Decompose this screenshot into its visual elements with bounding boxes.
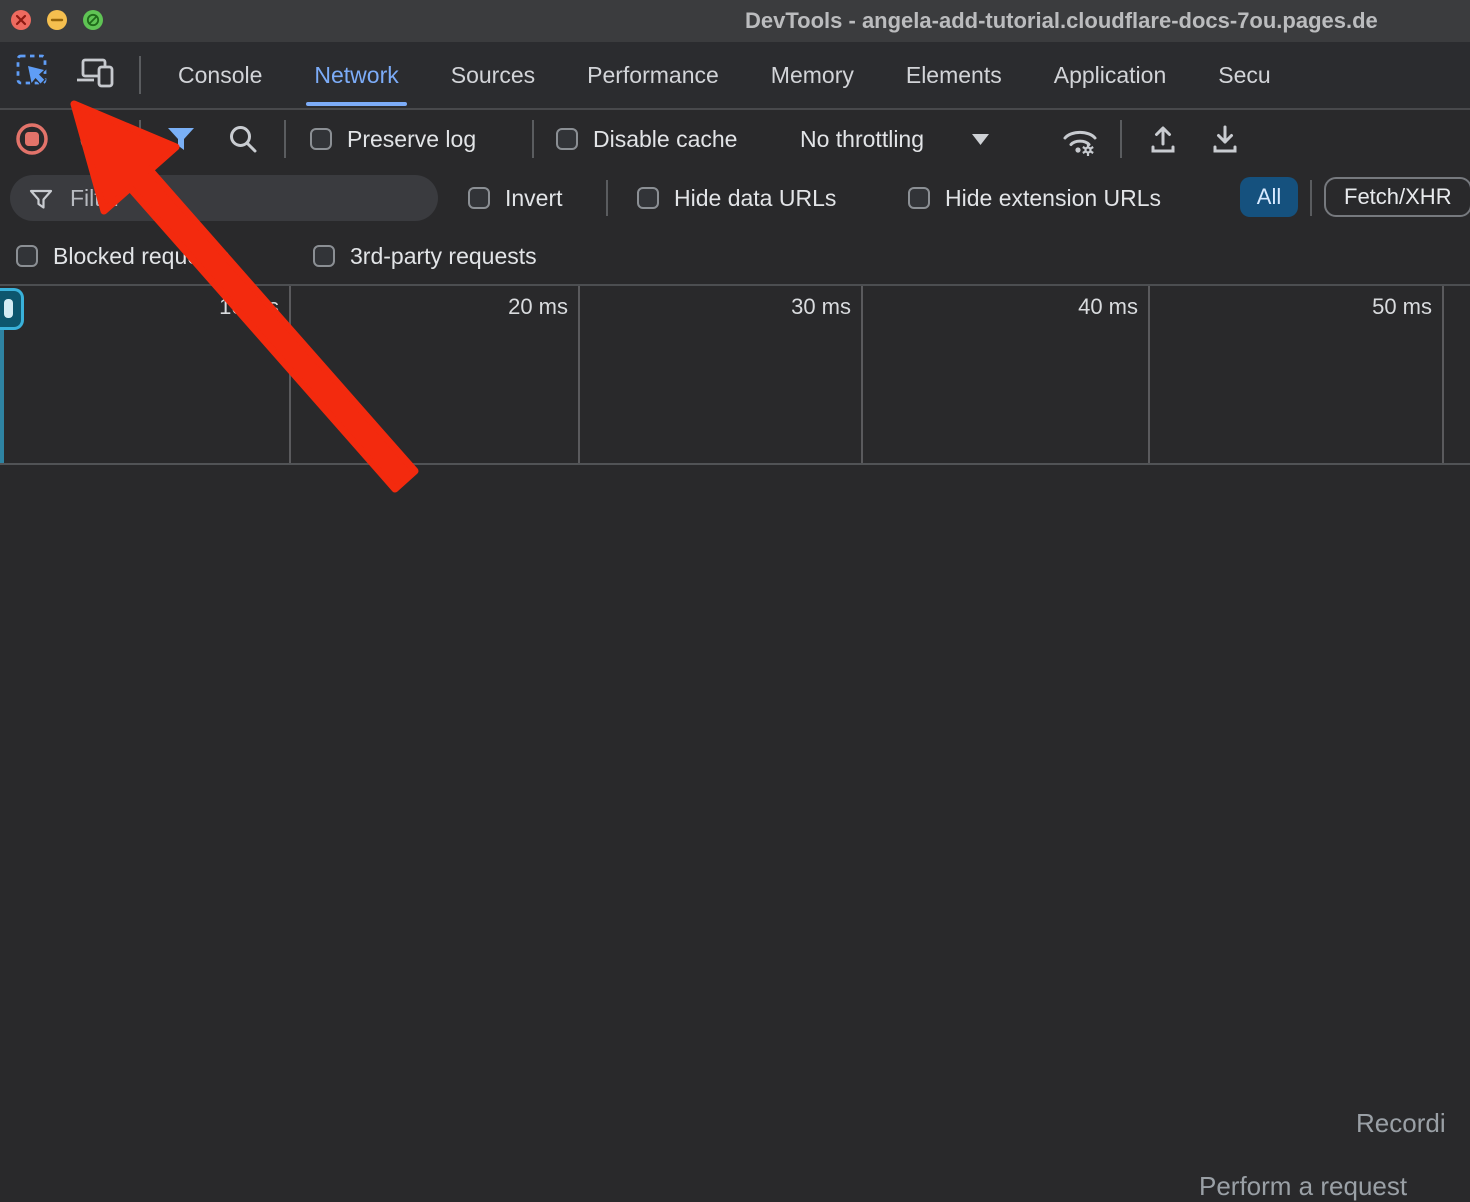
tick-50ms: 50 ms — [1372, 294, 1432, 320]
tab-memory[interactable]: Memory — [771, 42, 854, 106]
hide-data-urls-label: Hide data URLs — [674, 185, 836, 212]
tab-application[interactable]: Application — [1054, 42, 1167, 106]
gridline — [1442, 286, 1444, 463]
separator — [284, 120, 286, 158]
checkbox[interactable] — [16, 245, 38, 267]
search-icon[interactable] — [226, 122, 260, 161]
minimize-icon[interactable] — [47, 10, 67, 30]
tick-40ms: 40 ms — [1078, 294, 1138, 320]
tab-performance[interactable]: Performance — [587, 42, 719, 106]
request-type-fetch-xhr-button[interactable]: Fetch/XHR — [1324, 177, 1470, 217]
record-stop-icon[interactable] — [15, 122, 49, 161]
preserve-log-checkbox[interactable]: Preserve log — [310, 110, 476, 168]
window-title: DevTools - angela-add-tutorial.cloudflar… — [745, 0, 1378, 42]
grip — [4, 299, 13, 318]
gridline — [861, 286, 863, 463]
devtools-tabbar: Console Network Sources Performance Memo… — [0, 42, 1470, 110]
fullscreen-icon[interactable] — [83, 10, 103, 30]
upload-icon[interactable] — [1146, 121, 1180, 162]
titlebar: DevTools - angela-add-tutorial.cloudflar… — [0, 0, 1470, 42]
checkbox[interactable] — [313, 245, 335, 267]
hide-data-urls-checkbox[interactable]: Hide data URLs — [637, 168, 836, 228]
preserve-log-label: Preserve log — [347, 126, 476, 153]
chevron-down-icon — [972, 134, 989, 145]
close-icon[interactable] — [11, 10, 31, 30]
tab-elements[interactable]: Elements — [906, 42, 1002, 106]
request-type-all-button[interactable]: All — [1240, 177, 1298, 217]
third-party-requests-label: 3rd-party requests — [350, 243, 537, 270]
separator — [139, 120, 141, 158]
throttling-value: No throttling — [800, 126, 924, 153]
gridline — [578, 286, 580, 463]
invert-checkbox[interactable]: Invert — [468, 168, 563, 228]
disable-cache-checkbox[interactable]: Disable cache — [556, 110, 737, 168]
tab-console[interactable]: Console — [178, 42, 262, 106]
hide-extension-urls-checkbox[interactable]: Hide extension URLs — [908, 168, 1161, 228]
tabbar-separator — [139, 56, 141, 94]
third-party-requests-checkbox[interactable]: 3rd-party requests — [313, 228, 537, 284]
network-toolbar: Preserve log Disable cache No throttling — [0, 110, 1470, 168]
hide-extension-urls-label: Hide extension URLs — [945, 185, 1161, 212]
blocked-requests-checkbox[interactable]: Blocked requests — [16, 228, 229, 284]
checkbox[interactable] — [556, 128, 578, 150]
more-filters-bar: Blocked requests 3rd-party requests — [0, 228, 1470, 286]
separator — [1310, 180, 1312, 216]
inspect-cursor-icon[interactable] — [15, 53, 53, 96]
tick-30ms: 30 ms — [791, 294, 851, 320]
recording-status-text: Recordi — [1356, 1108, 1446, 1139]
checkbox[interactable] — [310, 128, 332, 150]
filter-input-wrap[interactable] — [10, 175, 438, 221]
gridline — [289, 286, 291, 463]
wifi-gear-icon[interactable] — [1060, 120, 1100, 165]
device-toolbar-icon[interactable] — [76, 54, 118, 97]
checkbox[interactable] — [637, 187, 659, 209]
tick-20ms: 20 ms — [508, 294, 568, 320]
filter-input[interactable] — [68, 184, 402, 213]
overview-left-handle[interactable] — [0, 288, 24, 330]
invert-label: Invert — [505, 185, 563, 212]
filter-bar: Invert Hide data URLs Hide extension URL… — [0, 168, 1470, 228]
overview-left-edge — [0, 330, 4, 463]
tick-10ms: 10 ms — [219, 294, 279, 320]
download-icon[interactable] — [1208, 121, 1242, 162]
panel-tabs: Console Network Sources Performance Memo… — [178, 42, 1271, 106]
gridline — [1148, 286, 1150, 463]
filter-funnel-icon[interactable] — [164, 122, 198, 161]
separator — [606, 180, 608, 216]
tab-security[interactable]: Secu — [1218, 42, 1270, 106]
tab-network[interactable]: Network — [314, 42, 398, 106]
disable-cache-label: Disable cache — [593, 126, 737, 153]
tab-sources[interactable]: Sources — [451, 42, 535, 106]
filter-funnel-icon — [28, 185, 54, 212]
separator — [1120, 120, 1122, 158]
checkbox[interactable] — [468, 187, 490, 209]
checkbox[interactable] — [908, 187, 930, 209]
separator — [532, 120, 534, 158]
perform-request-hint: Perform a request — [1199, 1171, 1407, 1202]
blocked-requests-label: Blocked requests — [53, 243, 229, 270]
network-overview[interactable]: 10 ms 20 ms 30 ms 40 ms 50 ms — [0, 286, 1470, 465]
throttling-select[interactable]: No throttling — [800, 110, 989, 168]
clear-icon[interactable] — [79, 123, 111, 160]
requests-empty-area: Recordi Perform a request — [0, 465, 1470, 960]
